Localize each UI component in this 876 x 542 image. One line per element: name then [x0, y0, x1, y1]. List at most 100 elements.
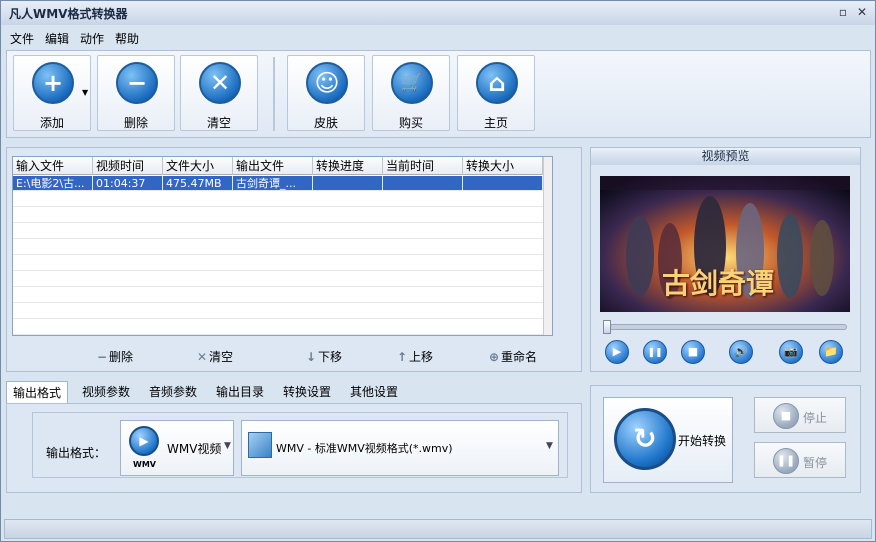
- home-label: 主页: [483, 116, 508, 130]
- cell-input-file: E:\电影2\古...: [13, 176, 93, 191]
- col-input-file[interactable]: 输入文件: [13, 157, 93, 175]
- add-label: 添加: [39, 116, 64, 130]
- list-item: [13, 224, 552, 239]
- move-up-button[interactable]: ↑ 上移: [395, 348, 433, 365]
- list-header: 输入文件 视频时间 文件大小 输出文件 转换进度 当前时间 转换大小: [13, 157, 552, 175]
- menu-edit[interactable]: 编辑: [45, 30, 69, 47]
- open-folder-button[interactable]: 📁: [819, 340, 843, 364]
- start-convert-label: 开始转换: [678, 434, 727, 448]
- format-profile-select[interactable]: WMV - 标准WMV视频格式(*.wmv) ▼: [241, 420, 559, 476]
- tab-convert-settings[interactable]: 转换设置: [277, 381, 337, 403]
- buy-button[interactable]: 🛒 购买: [372, 55, 450, 131]
- clear-button[interactable]: ✕ 清空: [180, 55, 258, 131]
- skin-label: 皮肤: [313, 116, 338, 130]
- play-icon: ▶: [612, 345, 622, 358]
- pause-icon: ❚❚: [647, 348, 663, 358]
- minimize-button[interactable]: ▫: [834, 4, 852, 20]
- menu-help[interactable]: 帮助: [115, 30, 139, 47]
- stop-preview-button[interactable]: ■: [681, 340, 705, 364]
- menu-file[interactable]: 文件: [10, 30, 34, 47]
- plus-icon: +: [32, 62, 74, 104]
- wmv-badge: WMV: [133, 460, 156, 469]
- skin-button[interactable]: ☺ 皮肤: [287, 55, 365, 131]
- cell-converted-size: [463, 176, 543, 191]
- list-scrollbar[interactable]: [543, 157, 552, 335]
- table-row[interactable]: E:\电影2\古... 01:04:37 475.47MB 古剑奇谭_...: [13, 176, 552, 191]
- list-delete-button[interactable]: − 删除: [95, 348, 133, 365]
- tab-other-settings[interactable]: 其他设置: [344, 381, 404, 403]
- output-format-panel: 输出格式： ▶ WMV WMV视频 ▼ WMV - 标准WMV视频格式(*.wm…: [6, 403, 582, 493]
- snapshot-button[interactable]: 📷: [779, 340, 803, 364]
- wmv-play-icon: ▶: [129, 426, 159, 456]
- close-button[interactable]: ✕: [853, 4, 871, 20]
- stop-button[interactable]: ■ 停止: [754, 397, 846, 433]
- list-item: [13, 256, 552, 271]
- title-bar: 凡人WMV格式转换器 ▫ ✕: [1, 1, 875, 25]
- camera-icon: 📷: [784, 345, 798, 358]
- pause-icon: ❚❚: [773, 448, 799, 474]
- cell-video-time: 01:04:37: [93, 176, 163, 191]
- cell-output-file: 古剑奇谭_...: [233, 176, 313, 191]
- play-button[interactable]: ▶: [605, 340, 629, 364]
- col-current-time[interactable]: 当前时间: [383, 157, 463, 175]
- rename-icon: ⊕: [488, 350, 500, 364]
- smiley-icon: ☺: [306, 62, 348, 104]
- refresh-arrow-icon: ↻: [614, 408, 676, 470]
- file-list-panel: 输入文件 视频时间 文件大小 输出文件 转换进度 当前时间 转换大小 E:\电影…: [6, 147, 582, 372]
- home-button[interactable]: ⌂ 主页: [457, 55, 535, 131]
- col-progress[interactable]: 转换进度: [313, 157, 383, 175]
- x-icon: ✕: [196, 350, 208, 364]
- preview-title: 视频预览: [591, 148, 860, 165]
- arrow-down-icon: ↓: [305, 350, 317, 364]
- col-video-time[interactable]: 视频时间: [93, 157, 163, 175]
- pause-preview-button[interactable]: ❚❚: [643, 340, 667, 364]
- tab-output-dir[interactable]: 输出目录: [210, 381, 270, 403]
- app-window: 凡人WMV格式转换器 ▫ ✕ 文件 编辑 动作 帮助 + 添加 ▼ − 删除 ✕…: [0, 0, 876, 542]
- add-button[interactable]: + 添加 ▼: [13, 55, 91, 131]
- settings-tabs: 输出格式 视频参数 音频参数 输出目录 转换设置 其他设置: [6, 381, 582, 403]
- menu-bar: 文件 编辑 动作 帮助: [1, 27, 875, 47]
- status-bar: [4, 519, 872, 539]
- col-converted-size[interactable]: 转换大小: [463, 157, 543, 175]
- list-item: [13, 304, 552, 319]
- minus-icon: −: [96, 350, 108, 364]
- col-file-size[interactable]: 文件大小: [163, 157, 233, 175]
- seek-bar[interactable]: [603, 320, 847, 334]
- list-actions: − 删除 ✕ 清空 ↓ 下移 ↑ 上移 ⊕ 重命名: [7, 346, 583, 366]
- list-item: [13, 288, 552, 303]
- format-type-value: WMV视频: [167, 442, 222, 456]
- start-convert-button[interactable]: ↻ 开始转换: [603, 397, 733, 483]
- col-output-file[interactable]: 输出文件: [233, 157, 313, 175]
- rename-button[interactable]: ⊕ 重命名: [487, 348, 537, 365]
- stop-icon: ■: [687, 345, 699, 358]
- tab-output-format[interactable]: 输出格式: [6, 381, 69, 403]
- cell-file-size: 475.47MB: [163, 176, 233, 191]
- list-clear-button[interactable]: ✕ 清空: [195, 348, 233, 365]
- tab-audio-params[interactable]: 音频参数: [143, 381, 203, 403]
- cell-current-time: [383, 176, 463, 191]
- stop-icon: ■: [773, 403, 799, 429]
- cart-icon: 🛒: [391, 62, 433, 104]
- pause-label: 暂停: [803, 456, 828, 470]
- buy-label: 购买: [398, 116, 423, 130]
- chevron-down-icon: ▼: [546, 441, 553, 451]
- window-title: 凡人WMV格式转换器: [9, 7, 128, 21]
- dropdown-arrow-icon[interactable]: ▼: [82, 88, 88, 97]
- video-title-overlay: 古剑奇谭: [662, 267, 775, 300]
- delete-button[interactable]: − 删除: [97, 55, 175, 131]
- file-list[interactable]: 输入文件 视频时间 文件大小 输出文件 转换进度 当前时间 转换大小 E:\电影…: [12, 156, 553, 336]
- tab-video-params[interactable]: 视频参数: [76, 381, 136, 403]
- format-type-select[interactable]: ▶ WMV WMV视频 ▼: [120, 420, 234, 476]
- convert-panel: ↻ 开始转换 ■ 停止 ❚❚ 暂停: [590, 385, 861, 493]
- pause-button[interactable]: ❚❚ 暂停: [754, 442, 846, 478]
- seek-handle[interactable]: [603, 320, 611, 334]
- move-down-button[interactable]: ↓ 下移: [304, 348, 342, 365]
- format-box-icon: [248, 432, 272, 458]
- preview-panel: 视频预览 古剑奇谭 ▶ ❚❚ ■ 🔊 📷 📁: [590, 147, 861, 372]
- volume-button[interactable]: 🔊: [729, 340, 753, 364]
- minus-icon: −: [116, 62, 158, 104]
- menu-action[interactable]: 动作: [80, 30, 104, 47]
- speaker-icon: 🔊: [734, 345, 748, 358]
- cell-progress: [313, 176, 383, 191]
- home-icon: ⌂: [476, 62, 518, 104]
